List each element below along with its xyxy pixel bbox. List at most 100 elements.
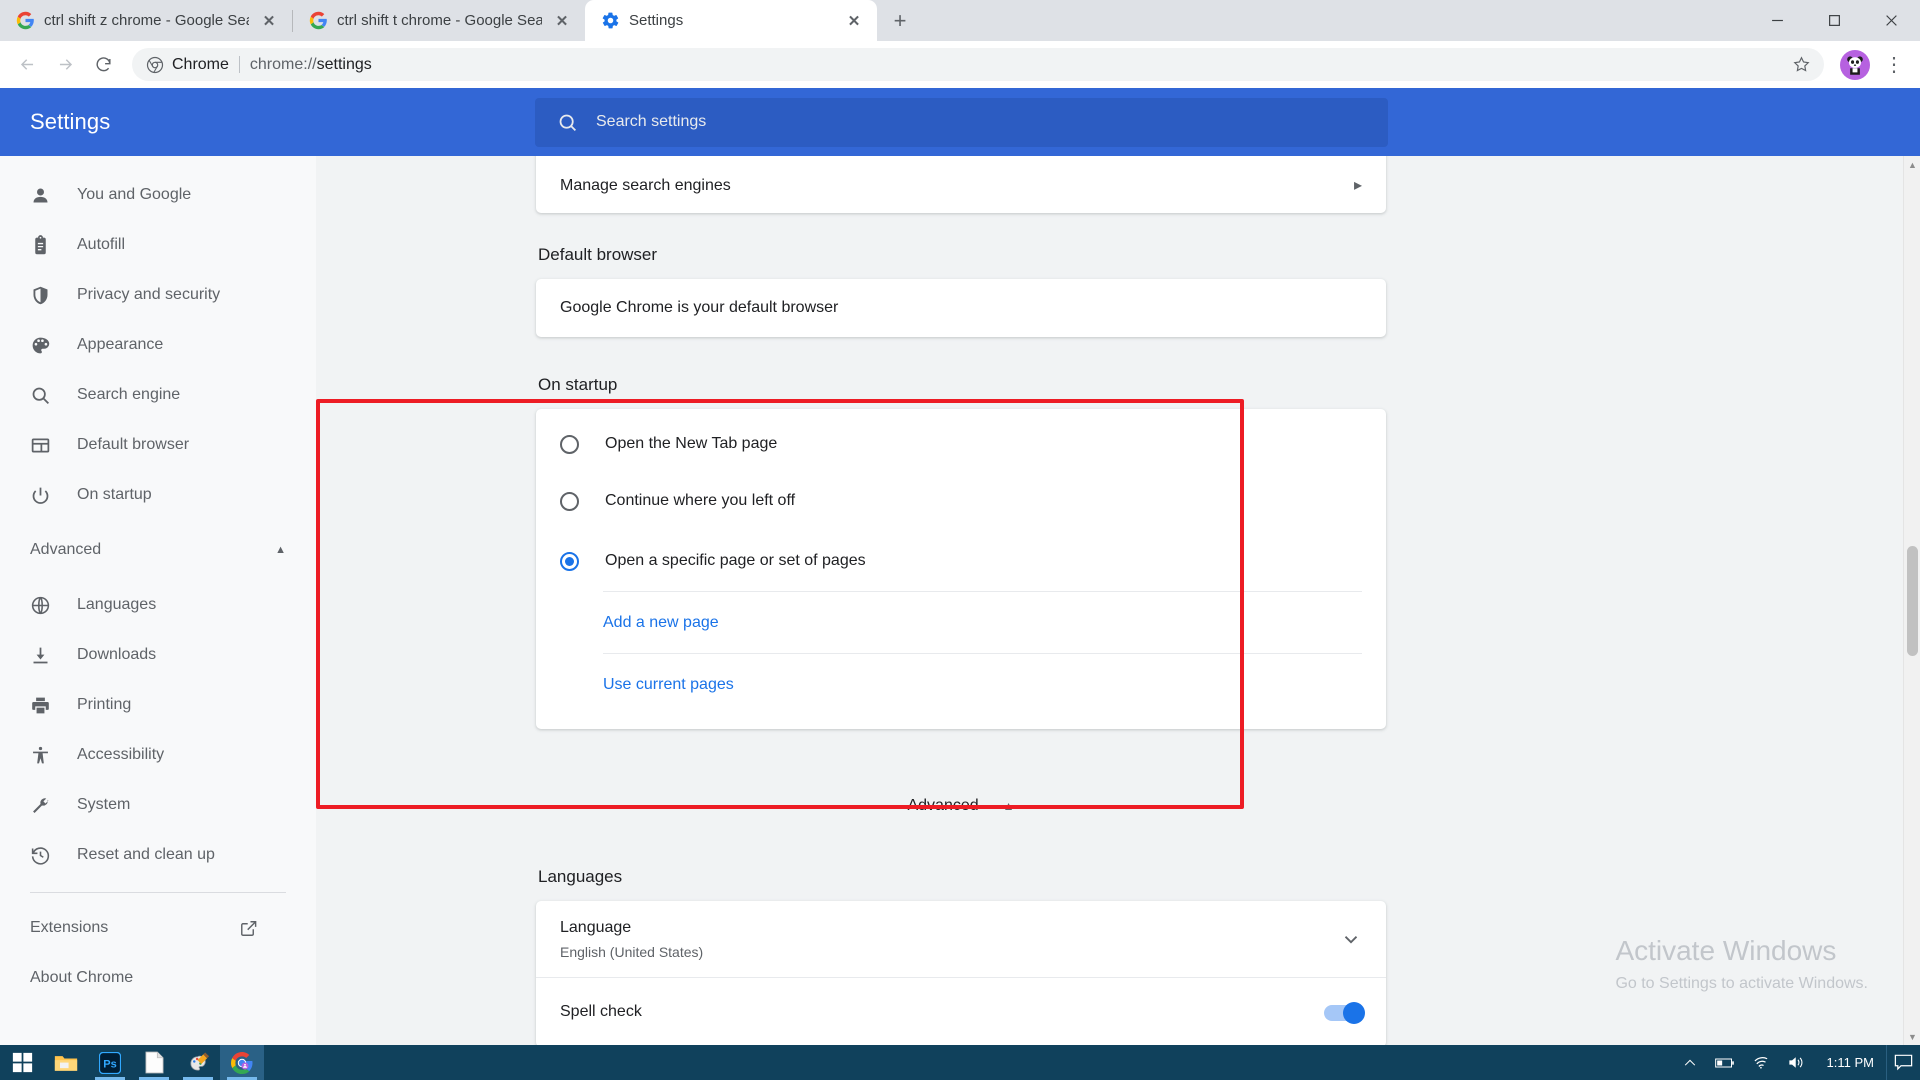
sidebar-item-search-engine[interactable]: Search engine [0,370,316,420]
settings-main-inner: Manage search engines ▸ Default browser … [316,156,1920,1045]
taskbar-photoshop[interactable]: Ps [88,1045,132,1080]
minimize-icon [1772,19,1783,22]
globe-icon [31,596,50,614]
default-browser-card: Google Chrome is your default browser [536,279,1386,337]
wrench-icon [33,797,49,813]
tray-volume-button[interactable] [1779,1045,1815,1080]
radio-button[interactable] [560,434,579,454]
tray-network-button[interactable] [1744,1045,1779,1080]
windows-taskbar: Ps 1:11 PM [0,1045,1920,1080]
close-icon [1886,15,1897,26]
minimize-button[interactable] [1749,0,1806,41]
taskbar-file-explorer[interactable] [44,1045,88,1080]
power-icon [32,487,49,504]
back-arrow-icon [20,59,33,70]
accessibility-icon [33,746,48,763]
sidebar-item-autofill[interactable]: Autofill [0,220,316,270]
close-window-button[interactable] [1863,0,1920,41]
spell-check-toggle[interactable] [1324,1001,1365,1024]
sidebar-item-appearance[interactable]: Appearance [0,320,316,370]
bookmark-star-button[interactable] [1788,52,1814,78]
maximize-button[interactable] [1806,0,1863,41]
startup-option-label: Open a specific page or set of pages [605,552,866,569]
reload-button[interactable] [86,48,120,82]
chevron-up-icon [1684,1059,1695,1066]
tab-title: ctrl shift t chrome - Google Searc [337,12,542,29]
sidebar-advanced-label: Advanced [30,541,102,558]
palette-icon [32,337,50,353]
tray-battery-button[interactable] [1706,1045,1744,1080]
language-row[interactable]: Language English (United States) [536,901,1386,977]
new-tab-button[interactable]: + [883,4,917,38]
scroll-down-arrow-icon[interactable]: ▼ [1904,1028,1920,1045]
startup-option-continue[interactable]: Continue where you left off [536,471,1386,531]
tray-notifications-button[interactable] [1886,1045,1920,1080]
radio-button[interactable] [560,491,579,511]
sidebar-item-label: Printing [77,696,132,713]
sidebar-item-system[interactable]: System [0,780,316,830]
chrome-menu-button[interactable]: ⋮ [1878,49,1910,81]
sidebar-item-on-startup[interactable]: On startup [0,470,316,520]
panda-avatar-icon [1847,55,1863,75]
spell-check-title: Spell check [560,1003,642,1021]
sidebar-item-label: Search engine [77,386,181,403]
browser-tab[interactable]: ctrl shift z chrome - Google Searc ✕ [0,0,292,41]
forward-button[interactable] [48,48,82,82]
sidebar-item-extensions[interactable]: Extensions [0,903,316,953]
use-current-pages-link[interactable]: Use current pages [603,676,734,694]
tray-show-hidden-icons-button[interactable] [1674,1045,1706,1080]
scroll-up-arrow-icon[interactable]: ▲ [1904,156,1920,173]
on-startup-heading: On startup [538,375,618,394]
sidebar-item-downloads[interactable]: Downloads [0,630,316,680]
sidebar-item-label: Appearance [77,336,164,353]
browser-toolbar: Chrome chrome://settings ⋮ [0,41,1920,88]
manage-search-engines-row[interactable]: Manage search engines ▸ [536,156,1386,213]
sidebar-item-printing[interactable]: Printing [0,680,316,730]
sidebar-item-default-browser[interactable]: Default browser [0,420,316,470]
taskbar-paint[interactable] [176,1045,220,1080]
scrollbar-thumb[interactable] [1907,546,1918,656]
browser-tab[interactable]: ctrl shift t chrome - Google Searc ✕ [293,0,585,41]
chevron-down-icon[interactable] [1340,928,1362,950]
sidebar-item-privacy-and-security[interactable]: Privacy and security [0,270,316,320]
address-bar[interactable]: Chrome chrome://settings [132,48,1824,81]
add-new-page-row[interactable]: Add a new page [603,591,1362,653]
forward-arrow-icon [59,59,72,70]
use-current-pages-row[interactable]: Use current pages [603,653,1362,715]
add-a-new-page-link[interactable]: Add a new page [603,614,719,632]
tray-clock[interactable]: 1:11 PM [1815,1045,1886,1080]
notification-icon [1894,1054,1913,1071]
startup-option-label: Continue where you left off [605,492,796,509]
browser-window-icon [31,438,50,452]
startup-option-new-tab[interactable]: Open the New Tab page [536,409,1386,471]
tab-close-button[interactable]: ✕ [551,10,573,32]
search-settings-input[interactable]: Search settings [535,97,1388,147]
taskbar-document[interactable] [132,1045,176,1080]
chrome-icon [231,1051,253,1074]
taskbar-chrome[interactable] [220,1045,264,1080]
profile-avatar[interactable] [1840,49,1870,80]
chrome-logo-icon [146,56,164,73]
sidebar-item-you-and-google[interactable]: You and Google [0,170,316,220]
tab-close-button[interactable]: ✕ [843,10,865,32]
windows-start-button[interactable] [0,1045,44,1080]
spell-check-row[interactable]: Spell check [536,977,1386,1045]
search-icon [559,114,576,131]
browser-tab-active[interactable]: Settings ✕ [585,0,877,41]
person-icon [33,188,48,202]
startup-option-specific-pages[interactable]: Open a specific page or set of pages [536,531,1386,591]
sidebar-item-accessibility[interactable]: Accessibility [0,730,316,780]
back-button[interactable] [10,48,44,82]
sidebar-item-reset-and-clean-up[interactable]: Reset and clean up [0,830,316,880]
radio-button-selected[interactable] [560,551,579,571]
sidebar-item-about-chrome[interactable]: About Chrome [0,953,316,1003]
tab-close-button[interactable]: ✕ [258,10,280,32]
omnibox-url: chrome://settings [250,56,372,74]
sidebar-item-label: Autofill [77,236,126,253]
sidebar-item-languages[interactable]: Languages [0,580,316,630]
sidebar-advanced-group-toggle[interactable]: Advanced ▲ [0,520,316,580]
maximize-icon [1829,15,1840,26]
vertical-scrollbar[interactable]: ▲ ▼ [1903,156,1920,1045]
advanced-section-toggle[interactable]: Advanced ▲ [536,773,1386,839]
chevron-up-icon: ▲ [1002,799,1015,813]
